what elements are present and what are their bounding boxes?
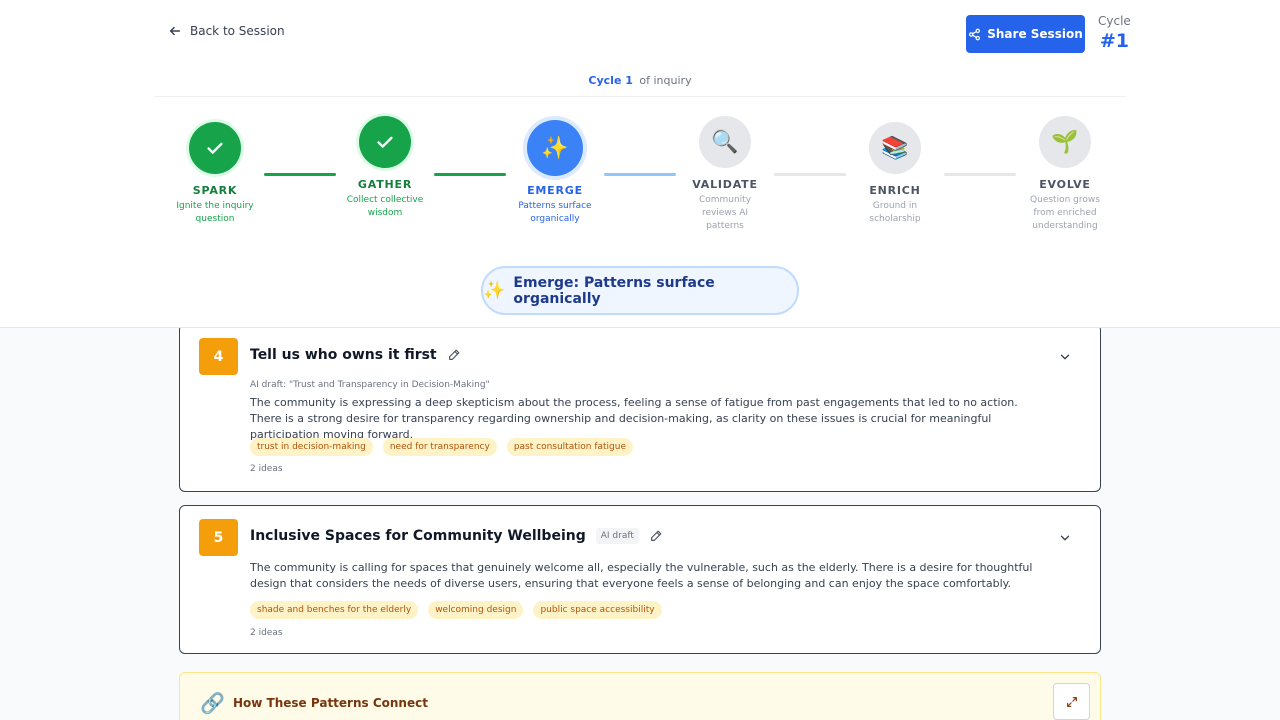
step-title: GATHER <box>357 178 413 191</box>
session-header: Back to Session Share Session Cycle #1 C… <box>0 0 1280 328</box>
pattern-title-row: Inclusive Spaces for Community Wellbeing… <box>250 528 663 544</box>
pattern-number-badge: 5 <box>199 519 238 556</box>
back-label: Back to Session <box>190 24 285 38</box>
check-icon <box>359 116 411 168</box>
tag[interactable]: trust in decision-making <box>250 438 373 456</box>
tag[interactable]: welcoming design <box>428 601 524 619</box>
pattern-connections-card: 🔗 How These Patterns Connect <box>179 672 1101 720</box>
tag[interactable]: shade and benches for the elderly <box>250 601 419 619</box>
step-desc: Ignite the inquiry question <box>176 201 254 224</box>
connector-spark-gather <box>264 173 336 176</box>
pattern-tags: shade and benches for the elderly welcom… <box>250 601 662 619</box>
connector-validate-enrich <box>774 173 846 176</box>
header-divider <box>154 96 1126 97</box>
patterns-list: 4 Tell us who owns it first AI draft: "T… <box>0 328 1280 720</box>
connections-title: How These Patterns Connect <box>233 696 428 710</box>
current-phase-banner: ✨ Emerge: Patterns surface organically <box>481 266 799 315</box>
tag[interactable]: past consultation fatigue <box>506 438 633 456</box>
magnifier-icon: 🔍 <box>699 116 751 168</box>
step-emerge[interactable]: ✨ EMERGE Patterns surface organically <box>500 120 610 226</box>
phase-label: Emerge: Patterns surface organically <box>513 274 715 307</box>
link-icon: 🔗 <box>200 691 225 715</box>
pattern-tags: trust in decision-making need for transp… <box>250 438 633 456</box>
step-desc: Question grows from enriched understandi… <box>1030 195 1100 231</box>
step-desc: Community reviews AI patterns <box>698 195 752 231</box>
step-title: EMERGE <box>527 184 583 197</box>
tag[interactable]: public space accessibility <box>533 601 662 619</box>
connector-enrich-evolve <box>944 173 1016 176</box>
chevron-down-icon[interactable] <box>1058 350 1072 364</box>
ai-draft-chip: AI draft <box>595 528 639 544</box>
step-enrich[interactable]: 📚 ENRICH Ground in scholarship <box>840 122 950 226</box>
seedling-icon: 🌱 <box>1039 116 1091 168</box>
share-label: Share Session <box>987 27 1083 41</box>
pencil-icon[interactable] <box>447 348 461 362</box>
step-title: VALIDATE <box>692 178 758 191</box>
arrow-left-icon <box>169 26 181 36</box>
chevron-down-icon[interactable] <box>1058 531 1072 545</box>
step-title: EVOLVE <box>1039 178 1091 191</box>
share-session-button[interactable]: Share Session <box>966 15 1085 53</box>
expand-icon <box>1066 696 1077 707</box>
sparkles-icon: ✨ <box>483 280 506 301</box>
step-title: SPARK <box>192 184 238 197</box>
expand-button[interactable] <box>1053 683 1090 720</box>
ideas-count: 2 ideas <box>250 464 283 474</box>
pattern-title-row: Tell us who owns it first <box>250 347 461 363</box>
step-validate[interactable]: 🔍 VALIDATE Community reviews AI patterns <box>670 116 780 233</box>
sparkles-icon: ✨ <box>527 120 583 176</box>
step-desc: Ground in scholarship <box>869 201 921 224</box>
ai-draft-note: AI draft: "Trust and Transparency in Dec… <box>250 380 490 390</box>
connector-gather-emerge <box>434 173 506 176</box>
step-spark[interactable]: SPARK Ignite the inquiry question <box>160 122 270 226</box>
step-evolve[interactable]: 🌱 EVOLVE Question grows from enriched un… <box>1010 116 1120 233</box>
cycle-of-inquiry: Cycle 1 of inquiry <box>0 74 1280 87</box>
step-desc: Collect collective wisdom <box>346 195 424 218</box>
pattern-summary: The community is calling for spaces that… <box>250 561 1033 590</box>
pencil-icon[interactable] <box>649 529 663 543</box>
books-icon: 📚 <box>869 122 921 174</box>
cycle-indicator: Cycle #1 <box>1098 14 1131 52</box>
cycle-label: Cycle <box>1098 14 1131 28</box>
cycle-suffix: of inquiry <box>639 74 692 87</box>
check-icon <box>189 122 241 174</box>
pattern-summary: The community is expressing a deep skept… <box>250 396 1018 441</box>
pattern-number-badge: 4 <box>199 338 238 375</box>
pattern-title: Tell us who owns it first <box>250 347 437 363</box>
tag[interactable]: need for transparency <box>382 438 497 456</box>
connector-emerge-validate <box>604 173 676 176</box>
share-icon <box>969 28 981 40</box>
pattern-card[interactable]: 4 Tell us who owns it first AI draft: "T… <box>179 328 1101 492</box>
pattern-title: Inclusive Spaces for Community Wellbeing <box>250 528 586 544</box>
step-gather[interactable]: GATHER Collect collective wisdom <box>330 116 440 220</box>
step-desc: Patterns surface organically <box>518 201 592 224</box>
pattern-card[interactable]: 5 Inclusive Spaces for Community Wellbei… <box>179 505 1101 654</box>
cycle-prefix: Cycle 1 <box>588 74 633 87</box>
cycle-number: #1 <box>1099 30 1129 52</box>
ideas-count: 2 ideas <box>250 628 283 638</box>
step-title: ENRICH <box>869 184 921 197</box>
back-to-session-link[interactable]: Back to Session <box>168 24 285 38</box>
